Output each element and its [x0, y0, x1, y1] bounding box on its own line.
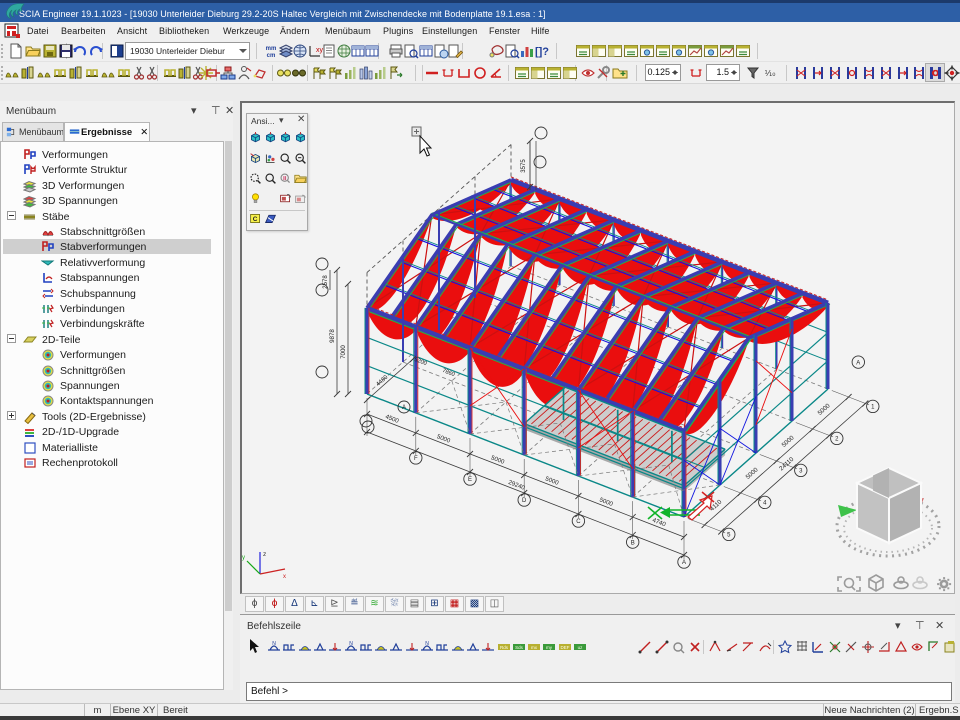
svg-text:2: 2 — [835, 437, 839, 443]
svg-text:5000: 5000 — [781, 434, 796, 449]
svg-text:9878: 9878 — [329, 329, 336, 343]
svg-text:N: N — [425, 641, 429, 647]
svg-text:[]?: []? — [535, 46, 549, 58]
svg-text:z: z — [263, 551, 266, 558]
svg-text:y: y — [242, 555, 245, 561]
svg-text:3575: 3575 — [521, 159, 527, 173]
svg-text:DEF: DEF — [560, 645, 569, 650]
svg-text:5: 5 — [727, 533, 731, 539]
svg-text:5000: 5000 — [817, 402, 832, 417]
svg-text:E: E — [468, 477, 472, 483]
svg-text:4740: 4740 — [651, 517, 667, 529]
svg-text:5000: 5000 — [436, 433, 452, 445]
svg-text:Rds: Rds — [499, 645, 508, 650]
svg-text:Sds: Sds — [515, 645, 524, 650]
svg-text:5000: 5000 — [598, 496, 614, 508]
svg-text:2578: 2578 — [323, 275, 329, 289]
svg-text:D: D — [522, 498, 527, 504]
svg-text:F: F — [414, 456, 418, 462]
svg-text:5000: 5000 — [745, 466, 760, 481]
svg-text:N: N — [349, 641, 353, 647]
svg-text:N: N — [272, 641, 276, 647]
svg-text:A: A — [402, 405, 406, 411]
svg-text:7860: 7860 — [441, 368, 455, 378]
svg-text:4: 4 — [763, 501, 767, 507]
svg-text:A: A — [682, 560, 686, 566]
svg-text:uz: uz — [578, 645, 584, 650]
svg-text:5000: 5000 — [544, 475, 560, 487]
svg-text:⅒: ⅒ — [765, 69, 776, 78]
svg-text:3: 3 — [799, 469, 803, 475]
svg-text:7000: 7000 — [340, 345, 347, 359]
svg-text:B: B — [631, 540, 635, 546]
svg-text:1: 1 — [871, 405, 875, 411]
svg-text:x: x — [283, 574, 286, 580]
svg-text:cm: cm — [267, 53, 276, 59]
svg-text:5000: 5000 — [490, 454, 506, 466]
svg-text:C: C — [576, 519, 581, 525]
svg-text:my: my — [546, 645, 553, 650]
svg-text:A: A — [856, 360, 860, 366]
svg-text:mx: mx — [531, 645, 538, 650]
svg-text:mm: mm — [266, 46, 277, 52]
svg-text:24110: 24110 — [778, 456, 796, 473]
svg-text:C: C — [253, 216, 258, 223]
svg-text:4500: 4500 — [384, 413, 400, 425]
